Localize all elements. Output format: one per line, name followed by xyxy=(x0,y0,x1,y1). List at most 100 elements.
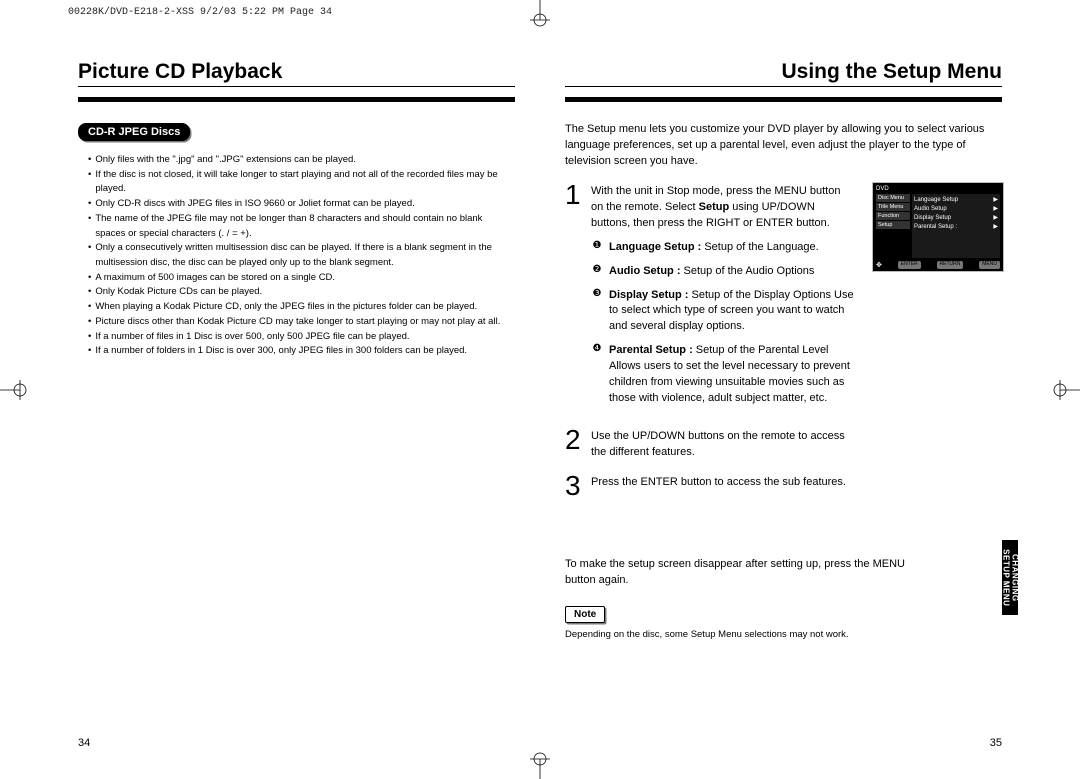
section-tab-line1: CHANGING xyxy=(1011,554,1020,602)
bullet-dot: • xyxy=(88,285,91,300)
osd-left-item: Title Menu xyxy=(876,203,910,211)
crop-mark-left xyxy=(0,370,40,410)
bullet-dot: • xyxy=(88,315,91,330)
bullet-dot: • xyxy=(88,153,91,168)
bullet-text: Only Kodak Picture CDs can be played. xyxy=(95,285,515,300)
list-item: •The name of the JPEG file may not be lo… xyxy=(88,212,515,241)
page-number-left: 34 xyxy=(78,737,90,749)
list-item: • If a number of folders in 1 Disc is ove… xyxy=(88,344,515,359)
note-badge: Note xyxy=(565,606,605,623)
bullet-dot: • xyxy=(88,197,91,212)
jpeg-notes-list: • Only files with the ".jpg" and ".JPG" e… xyxy=(78,153,515,359)
bullet-text: If a number of files in 1 Disc is over 5… xyxy=(95,330,515,345)
step-number: 3 xyxy=(565,475,585,497)
setup-footnote: To make the setup screen disappear after… xyxy=(565,557,925,588)
setup-subitem: ❶ Language Setup : Setup of the Language. xyxy=(591,240,855,256)
setup-subitem: ❹ Parental Setup : Setup of the Parental … xyxy=(591,343,855,407)
item-body: Audio Setup : Setup of the Audio Options xyxy=(609,264,814,280)
osd-right-item: Language Setup▶ xyxy=(914,196,998,203)
bullet-text: A maximum of 500 images can be stored on… xyxy=(95,271,515,286)
setup-intro: The Setup menu lets you customize your D… xyxy=(565,122,1002,170)
bullet-text: Picture discs other than Kodak Picture C… xyxy=(95,315,515,330)
list-item: • Only Kodak Picture CDs can be played. xyxy=(88,285,515,300)
osd-dvd-label: DVD xyxy=(876,186,1000,192)
osd-button-label: ENTER xyxy=(898,261,921,269)
chevron-right-icon: ▶ xyxy=(993,214,998,221)
note-text: Depending on the disc, some Setup Menu s… xyxy=(565,629,1002,640)
section-tab-line2: SETUP MENU xyxy=(1002,549,1011,606)
bullet-dot: • xyxy=(88,271,91,286)
bullet-dot: • xyxy=(88,241,91,270)
list-item: •If the disc is not closed, it will take… xyxy=(88,168,515,197)
left-page-title: Picture CD Playback xyxy=(78,60,515,87)
item-label: Display Setup : xyxy=(609,289,692,301)
list-item: • When playing a Kodak Picture CD, only t… xyxy=(88,300,515,315)
step2-text: Use the UP/DOWN buttons on the remote to… xyxy=(591,429,855,461)
bullet-dot: • xyxy=(88,300,91,315)
bullet-dot: • xyxy=(88,212,91,241)
bullet-text: Only CD-R discs with JPEG files in ISO 9… xyxy=(95,197,515,212)
osd-button-label: MENU xyxy=(979,261,1000,269)
osd-button-label: RETURN xyxy=(937,261,964,269)
item-body: Parental Setup : Setup of the Parental L… xyxy=(609,343,855,407)
title-rule xyxy=(565,97,1002,102)
osd-left-item: Function xyxy=(876,212,910,220)
section-tab: CHANGING SETUP MENU xyxy=(1002,540,1018,615)
title-rule xyxy=(78,97,515,102)
item-label: Audio Setup : xyxy=(609,265,684,277)
step-1: 1 With the unit in Stop mode, press the … xyxy=(565,184,855,415)
setup-subitem: ❷ Audio Setup : Setup of the Audio Option… xyxy=(591,264,855,280)
item-desc: Setup of the Audio Options xyxy=(684,265,815,277)
list-item: •Only a consecutively written multisessi… xyxy=(88,241,515,270)
crop-mark-top xyxy=(520,0,560,40)
step-number: 2 xyxy=(565,429,585,461)
left-page: Picture CD Playback CD-R JPEG Discs •Onl… xyxy=(68,60,525,749)
step-3: 3 Press the ENTER button to access the s… xyxy=(565,475,855,497)
chevron-right-icon: ▶ xyxy=(993,223,998,230)
step-number: 1 xyxy=(565,184,585,415)
cdr-jpeg-badge: CD-R JPEG Discs xyxy=(78,123,190,141)
chevron-right-icon: ▶ xyxy=(993,196,998,203)
bullet-text: When playing a Kodak Picture CD, only th… xyxy=(95,300,515,315)
bullet-dot: • xyxy=(88,330,91,345)
step3-text: Press the ENTER button to access the sub… xyxy=(591,475,855,497)
list-item: • If a number of files in 1 Disc is over … xyxy=(88,330,515,345)
osd-right-item: Display Setup▶ xyxy=(914,214,998,221)
list-item: • A maximum of 500 images can be stored o… xyxy=(88,271,515,286)
osd-left-item: Setup xyxy=(876,221,910,229)
bullet-text: Only a consecutively written multisessio… xyxy=(95,241,515,270)
item-label: Language Setup : xyxy=(609,241,704,253)
item-marker: ❸ xyxy=(591,288,603,300)
list-item: • Only files with the ".jpg" and ".JPG" e… xyxy=(88,153,515,168)
bullet-text: The name of the JPEG file may not be lon… xyxy=(95,212,515,241)
bullet-text: If the disc is not closed, it will take … xyxy=(95,168,515,197)
item-desc: Setup of the Language. xyxy=(704,241,818,253)
item-body: Language Setup : Setup of the Language. xyxy=(609,240,819,256)
page-number-right: 35 xyxy=(990,737,1002,749)
osd-right-item: Parental Setup :▶ xyxy=(914,223,998,230)
osd-left-item: Disc Menu xyxy=(876,194,910,202)
bullet-dot: • xyxy=(88,168,91,197)
item-label: Parental Setup : xyxy=(609,344,696,356)
setup-subitem: ❸ Display Setup : Setup of the Display Op… xyxy=(591,288,855,336)
page-spread: Picture CD Playback CD-R JPEG Discs •Onl… xyxy=(68,60,1012,749)
right-page-title: Using the Setup Menu xyxy=(565,60,1002,87)
crop-mark-right xyxy=(1040,370,1080,410)
dpad-icon: ✥ xyxy=(876,261,882,269)
item-marker: ❶ xyxy=(591,240,603,252)
step-2: 2 Use the UP/DOWN buttons on the remote … xyxy=(565,429,855,461)
bullet-text: Only files with the ".jpg" and ".JPG" ex… xyxy=(95,153,515,168)
item-body: Display Setup : Setup of the Display Opt… xyxy=(609,288,855,336)
item-marker: ❷ xyxy=(591,264,603,276)
print-header: 00228K/DVD-E218-2-XSS 9/2/03 5:22 PM Pag… xyxy=(68,7,332,18)
osd-right-item: Audio Setup▶ xyxy=(914,205,998,212)
chevron-right-icon: ▶ xyxy=(993,205,998,212)
item-marker: ❹ xyxy=(591,343,603,355)
list-item: • Only CD-R discs with JPEG files in ISO … xyxy=(88,197,515,212)
step1-setup-bold: Setup xyxy=(699,201,730,213)
osd-screenshot: DVD Disc MenuTitle MenuFunctionSetup Lan… xyxy=(872,182,1004,272)
right-page: Using the Setup Menu The Setup menu lets… xyxy=(555,60,1012,749)
bullet-dot: • xyxy=(88,344,91,359)
bullet-text: If a number of folders in 1 Disc is over… xyxy=(95,344,515,359)
list-item: • Picture discs other than Kodak Picture … xyxy=(88,315,515,330)
